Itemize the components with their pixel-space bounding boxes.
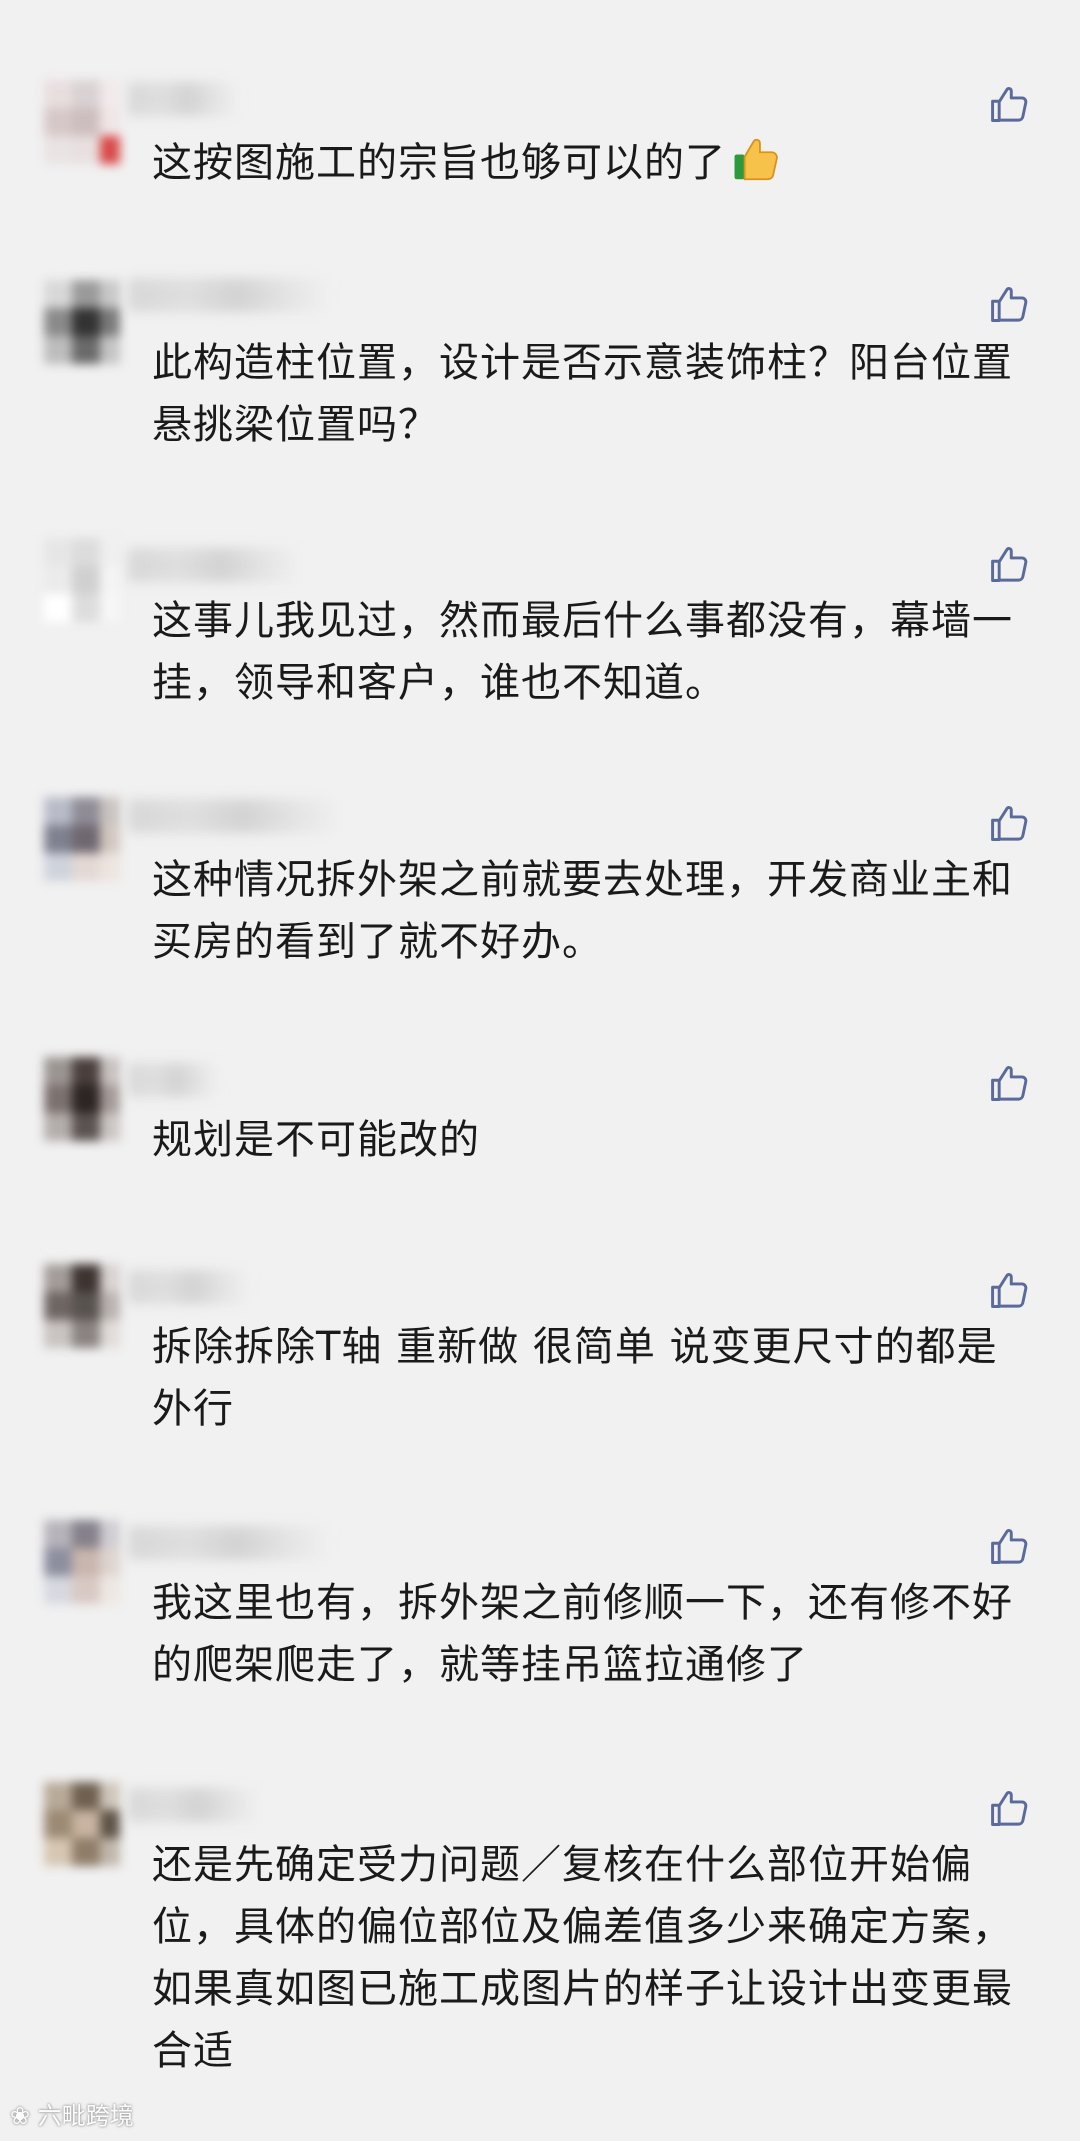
comment-text: 这种情况拆外架之前就要去处理，开发商业主和买房的看到了就不好办。 xyxy=(152,857,1013,965)
thumbs-up-outline-icon xyxy=(991,87,1028,122)
watermark: ❀ 六毗跨境 xyxy=(10,2096,134,2131)
like-button[interactable] xyxy=(988,1061,1032,1105)
avatar[interactable] xyxy=(44,280,120,376)
nickname-blurred[interactable] xyxy=(128,1526,328,1560)
like-button[interactable] xyxy=(988,1268,1032,1312)
like-button[interactable] xyxy=(988,542,1032,586)
comment-text: 此构造柱位置，设计是否示意装饰柱？阳台位置悬挑梁位置吗？ xyxy=(152,340,1013,448)
like-button[interactable] xyxy=(988,282,1032,326)
avatar[interactable] xyxy=(44,1057,120,1153)
avatar[interactable] xyxy=(44,1520,120,1616)
like-button[interactable] xyxy=(988,1524,1032,1568)
nickname-blurred[interactable] xyxy=(128,1788,258,1822)
thumbs-up-outline-icon xyxy=(991,287,1028,322)
avatar[interactable] xyxy=(44,1782,120,1878)
nickname-blurred[interactable] xyxy=(128,1270,248,1304)
thumbs-up-outline-icon xyxy=(991,1791,1028,1826)
thumbs-up-emoji-icon xyxy=(730,132,784,186)
nickname-blurred[interactable] xyxy=(128,1063,218,1097)
like-button[interactable] xyxy=(988,82,1032,126)
like-button[interactable] xyxy=(988,801,1032,845)
thumbs-up-outline-icon xyxy=(991,806,1028,841)
thumbs-up-outline-icon xyxy=(991,547,1028,582)
nickname-blurred[interactable] xyxy=(128,278,328,312)
comment-text: 这按图施工的宗旨也够可以的了 xyxy=(152,132,1032,194)
nickname-blurred[interactable] xyxy=(128,82,238,116)
thumbs-up-outline-icon xyxy=(991,1066,1028,1101)
nickname-blurred[interactable] xyxy=(128,799,338,833)
avatar[interactable] xyxy=(44,1264,120,1360)
thumbs-up-outline-icon xyxy=(991,1529,1028,1564)
comment-text: 拆除拆除T轴 重新做 很简单 说变更尺寸的都是外行 xyxy=(152,1324,998,1432)
watermark-logo-icon: ❀ xyxy=(10,2102,31,2130)
comment-text: 这事儿我见过，然而最后什么事都没有，幕墙一挂，领导和客户，谁也不知道。 xyxy=(152,598,1013,706)
comment-text: 我这里也有，拆外架之前修顺一下，还有修不好的爬架爬走了，就等挂吊篮拉通修了 xyxy=(152,1580,1013,1688)
nickname-blurred[interactable] xyxy=(128,548,298,582)
comment-text: 还是先确定受力问题／复核在什么部位开始偏位，具体的偏位部位及偏差值多少来确定方案… xyxy=(152,1842,1013,2074)
avatar[interactable] xyxy=(44,538,120,634)
avatar[interactable] xyxy=(44,80,120,176)
thumbs-up-outline-icon xyxy=(991,1273,1028,1308)
watermark-text: 六毗跨境 xyxy=(37,2102,134,2130)
avatar[interactable] xyxy=(44,797,120,893)
comment-text: 规划是不可能改的 xyxy=(152,1117,480,1163)
like-button[interactable] xyxy=(988,1786,1032,1830)
